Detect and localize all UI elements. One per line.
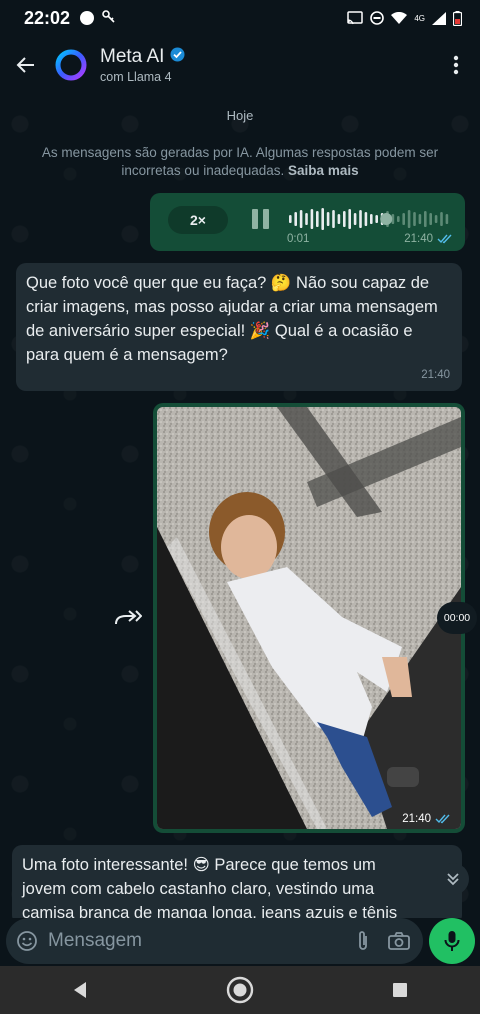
arrow-left-icon	[16, 57, 34, 73]
waveform-bar	[424, 211, 427, 227]
voice-message-bubble[interactable]: 2× 0:01 21:40	[150, 193, 465, 251]
waveform-bar	[434, 215, 438, 223]
waveform-bar	[429, 213, 432, 225]
playback-speed-button[interactable]: 2×	[168, 206, 228, 234]
chat-title: Meta AI	[100, 46, 165, 67]
learn-more-link[interactable]: Saiba mais	[288, 163, 359, 178]
waveform-bar	[440, 212, 443, 226]
waveform-bar	[305, 213, 308, 225]
voice-duration: 0:01	[287, 233, 310, 245]
more-options-button[interactable]	[436, 41, 476, 89]
meta-ai-avatar[interactable]	[54, 48, 88, 82]
network-label: 4G	[414, 13, 425, 23]
read-ticks-icon	[435, 814, 450, 824]
message-input-container[interactable]	[6, 918, 423, 964]
camera-button[interactable]	[379, 918, 419, 964]
boy-photo-image	[157, 407, 461, 829]
waveform-bar	[353, 213, 357, 225]
emoji-icon	[17, 931, 37, 951]
nav-recents-button[interactable]	[370, 966, 430, 1014]
read-ticks-icon	[437, 234, 452, 244]
waveform-bar	[359, 210, 362, 228]
system-nav-bar	[0, 966, 480, 1014]
waveform-bar	[343, 211, 346, 227]
message-input[interactable]	[48, 930, 328, 952]
waveform-bar	[397, 216, 400, 222]
waveform-bar	[348, 209, 351, 229]
status-bar: 22:02 4G	[0, 0, 480, 36]
video-duration-badge: 00:00	[437, 602, 477, 634]
waveform-bar	[445, 214, 449, 224]
video-message-bubble[interactable]: 21:40	[153, 403, 465, 833]
waveform-bar	[310, 209, 314, 229]
forward-icon	[115, 610, 143, 625]
scroll-to-bottom-button[interactable]	[437, 863, 469, 895]
voice-waveform[interactable]	[287, 205, 452, 233]
verified-badge-icon	[170, 47, 185, 67]
waveform-bar	[321, 208, 324, 230]
waveform-bar	[332, 210, 335, 228]
nav-back-button[interactable]	[50, 966, 110, 1014]
voice-record-button[interactable]	[429, 918, 475, 964]
home-circle-icon	[226, 976, 254, 1004]
paperclip-icon	[359, 931, 367, 950]
chat-subtitle: com Llama 4	[100, 70, 172, 84]
waveform-bar	[375, 215, 378, 223]
message-time: 21:40	[402, 813, 431, 825]
pause-button[interactable]	[250, 207, 272, 231]
pause-icon	[252, 209, 269, 229]
composer-bar	[0, 918, 480, 966]
waveform-bar	[289, 215, 292, 223]
key-icon	[102, 9, 116, 27]
waveform-bar	[294, 212, 297, 226]
message-text: Uma foto interessante! 😎 Parece que temo…	[22, 856, 398, 918]
waveform-bar	[402, 213, 405, 225]
signal-icon	[432, 11, 446, 25]
ai-message-bubble[interactable]: Uma foto interessante! 😎 Parece que temo…	[12, 845, 462, 918]
waveform-bar	[413, 212, 416, 226]
ai-disclaimer-text: As mensagens são geradas por IA. Algumas…	[41, 145, 439, 178]
emoji-button[interactable]	[6, 918, 48, 964]
kebab-menu-icon	[453, 55, 459, 75]
nav-home-button[interactable]	[210, 966, 270, 1014]
cast-icon	[347, 11, 364, 25]
waveform-bar	[337, 214, 341, 224]
forward-button[interactable]	[112, 606, 143, 630]
ai-message-bubble[interactable]: Que foto você quer que eu faça? 🤔 Não so…	[16, 263, 462, 391]
video-thumbnail[interactable]	[157, 407, 461, 829]
wifi-icon	[391, 11, 408, 25]
microphone-icon	[444, 931, 460, 951]
status-time: 22:02	[24, 7, 71, 28]
waveform-bar	[364, 212, 368, 226]
message-time: 21:40	[404, 233, 433, 245]
waveform-bar	[326, 212, 330, 226]
square-recents-icon	[393, 983, 407, 997]
waveform-bar	[370, 214, 373, 224]
ai-disclaimer: As mensagens são geradas por IA. Algumas…	[40, 144, 440, 180]
double-chevron-down-icon	[447, 873, 459, 886]
message-time: 21:40	[421, 369, 450, 381]
attach-button[interactable]	[347, 918, 379, 964]
date-chip: Hoje	[226, 108, 254, 123]
triangle-back-icon	[74, 982, 86, 998]
chat-title-block[interactable]: Meta AI com Llama 4	[100, 46, 185, 84]
playback-scrubber-handle[interactable]	[380, 213, 393, 225]
camera-icon	[388, 932, 410, 950]
battery-icon	[453, 10, 462, 26]
back-button[interactable]	[2, 41, 50, 89]
chat-header: Meta AI com Llama 4	[0, 36, 480, 94]
do-not-disturb-icon	[370, 11, 385, 25]
message-text: Que foto você quer que eu faça? 🤔 Não so…	[26, 274, 438, 364]
waveform-bar	[418, 214, 422, 224]
waveform-bar	[316, 211, 319, 227]
chat-area[interactable]: Hoje As mensagens são geradas por IA. Al…	[0, 94, 480, 918]
waveform-bar	[299, 210, 303, 228]
notification-dot-icon	[80, 11, 95, 25]
waveform-bar	[407, 210, 411, 228]
